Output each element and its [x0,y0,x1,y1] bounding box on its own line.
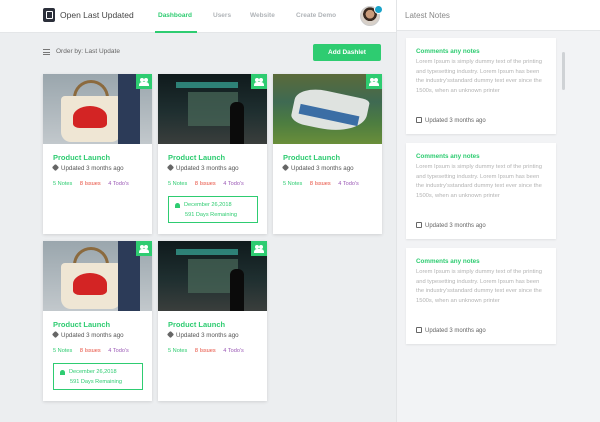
todos-count[interactable]: 4 Todo's [223,181,244,187]
notes-scrollbar[interactable] [562,52,565,90]
notes-count[interactable]: 5 Notes [283,181,302,187]
latest-notes-header: Latest Notes [397,0,600,31]
pencil-icon [166,163,175,172]
bell-icon [175,203,180,208]
deadline-box: December 26,2018 591 Days Remaining [168,196,258,223]
note-title[interactable]: Comments any notes [416,153,480,160]
card-stats: 5 Notes 8 Issues 4 Todo's [168,348,244,354]
deadline-box: December 26,2018 591 Days Remaining [53,363,143,390]
pencil-icon [51,330,60,339]
card-stats: 5 Notes 8 Issues 4 Todo's [53,348,129,354]
card-stats: 5 Notes 8 Issues 4 Todo's [168,181,244,187]
notes-count[interactable]: 5 Notes [53,348,72,354]
notes-count[interactable]: 5 Notes [53,181,72,187]
pencil-icon [166,330,175,339]
note-title[interactable]: Comments any notes [416,258,480,265]
avatar-edit-icon[interactable] [374,5,383,14]
todos-count[interactable]: 4 Todo's [108,348,129,354]
issues-count[interactable]: 8 Issues [195,181,216,187]
tab-users[interactable]: Users [213,12,231,19]
todos-count[interactable]: 4 Todo's [223,348,244,354]
dashlet-card[interactable]: Product Launch Updated 3 months ago 5 No… [273,74,382,234]
note-body: Lorem Ipsum is simply dummy text of the … [416,164,542,199]
deadline-date: December 26,2018 [184,202,232,208]
calendar-icon [416,222,422,228]
card-title[interactable]: Product Launch [53,153,110,162]
issues-count[interactable]: 8 Issues [80,348,101,354]
pencil-icon [51,163,60,172]
top-header: Open Last Updated Dashboard Users Websit… [0,0,396,33]
bell-icon [60,370,65,375]
note-body: Lorem Ipsum is simply dummy text of the … [416,269,542,304]
card-updated: Updated 3 months ago [281,163,354,172]
group-icon[interactable] [251,241,267,256]
days-remaining: 591 Days Remaining [70,379,122,385]
dashlet-card[interactable]: Product Launch Updated 3 months ago 5 No… [158,74,267,234]
card-title[interactable]: Product Launch [168,153,225,162]
card-title[interactable]: Product Launch [283,153,340,162]
todos-count[interactable]: 4 Todo's [338,181,359,187]
sort-label[interactable]: Order by: Last Update [56,48,120,55]
card-updated: Updated 3 months ago [166,330,239,339]
days-remaining: 591 Days Remaining [185,212,237,218]
app-title: Open Last Updated [60,10,134,20]
notes-count[interactable]: 5 Notes [168,181,187,187]
note-updated: Updated 3 months ago [416,327,486,334]
group-icon[interactable] [136,241,152,256]
group-icon[interactable] [136,74,152,89]
active-tab-indicator [155,31,197,33]
group-icon[interactable] [251,74,267,89]
calendar-icon [416,117,422,123]
dashlet-card[interactable]: Product Launch Updated 3 months ago 5 No… [43,74,152,234]
note-updated: Updated 3 months ago [416,222,486,229]
card-updated: Updated 3 months ago [51,330,124,339]
note-updated: Updated 3 months ago [416,117,486,124]
latest-notes-title: Latest Notes [405,11,450,20]
todos-count[interactable]: 4 Todo's [108,181,129,187]
notes-count[interactable]: 5 Notes [168,348,187,354]
note-body: Lorem Ipsum is simply dummy text of the … [416,59,542,94]
issues-count[interactable]: 8 Issues [195,348,216,354]
tab-website[interactable]: Website [250,12,275,19]
card-updated: Updated 3 months ago [166,163,239,172]
note-card[interactable]: Comments any notes Lorem Ipsum is simply… [406,38,556,134]
tab-create-demo[interactable]: Create Demo [296,12,336,19]
dashlet-card[interactable]: Product Launch Updated 3 months ago 5 No… [43,241,152,401]
note-title[interactable]: Comments any notes [416,48,480,55]
card-title[interactable]: Product Launch [53,320,110,329]
pencil-icon [281,163,290,172]
issues-count[interactable]: 8 Issues [310,181,331,187]
add-dashlet-button[interactable]: Add Dashlet [313,44,381,61]
note-card[interactable]: Comments any notes Lorem Ipsum is simply… [406,248,556,344]
app-logo-icon[interactable] [43,8,55,22]
card-stats: 5 Notes 8 Issues 4 Todo's [53,181,129,187]
card-stats: 5 Notes 8 Issues 4 Todo's [283,181,359,187]
card-updated: Updated 3 months ago [51,163,124,172]
issues-count[interactable]: 8 Issues [80,181,101,187]
deadline-date: December 26,2018 [69,369,117,375]
dashlet-card[interactable]: Product Launch Updated 3 months ago 5 No… [158,241,267,401]
note-card[interactable]: Comments any notes Lorem Ipsum is simply… [406,143,556,239]
group-icon[interactable] [366,74,382,89]
calendar-icon [416,327,422,333]
tab-dashboard[interactable]: Dashboard [158,12,192,19]
card-title[interactable]: Product Launch [168,320,225,329]
sort-menu-icon[interactable] [43,49,50,55]
latest-notes-panel: Latest Notes Comments any notes Lorem Ip… [396,0,600,422]
